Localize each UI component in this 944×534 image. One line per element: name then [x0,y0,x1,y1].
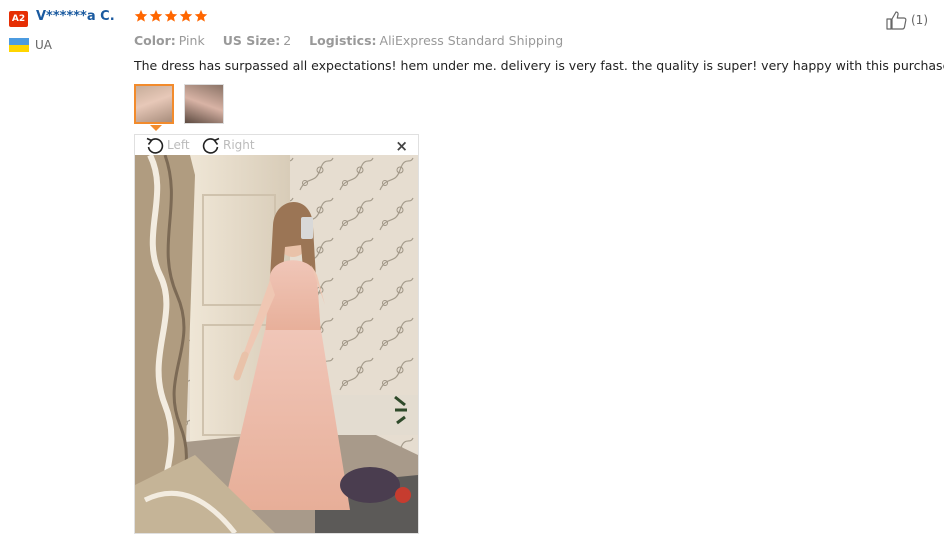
star-icon [179,9,193,22]
rotate-right-label: Right [223,138,255,152]
reviewer-country: UA [35,38,52,52]
star-icon [194,9,208,22]
thumbs-up-icon [886,11,907,30]
attribute-color: Color: Pink [134,33,205,48]
rotate-left-button[interactable]: Left [145,136,190,154]
star-icon [164,9,178,22]
star-rating [134,9,208,23]
review-photo-image [135,155,418,533]
star-icon [149,9,163,22]
rotate-right-icon [202,137,220,154]
attribute-size: US Size: 2 [222,33,292,48]
buyer-level-badge: A2 [9,11,28,27]
rotate-left-label: Left [167,138,190,152]
review-text: The dress has surpassed all expectations… [134,58,944,73]
review-photo [135,155,418,533]
rotate-left-icon [146,137,164,154]
order-attributes: Color: Pink US Size: 2 Logistics: AliExpres… [134,33,577,48]
review-photo-thumbnails [134,84,224,124]
reviewer-name: V******a C. [36,9,115,24]
close-viewer-button[interactable]: × [395,137,408,155]
photo-thumbnail-2[interactable] [184,84,224,124]
helpful-count: (1) [911,13,928,27]
viewer-toolbar: Left Right × [135,135,418,155]
ukraine-flag-icon [9,38,29,52]
rotate-right-button[interactable]: Right [201,136,255,154]
star-icon [134,9,148,22]
helpful-button[interactable]: (1) [885,10,928,30]
attribute-logistics: Logistics: AliExpress Standard Shipping [309,33,564,48]
active-thumbnail-caret [150,125,162,131]
photo-thumbnail-1[interactable] [134,84,174,124]
photo-viewer: Left Right × [134,134,419,534]
